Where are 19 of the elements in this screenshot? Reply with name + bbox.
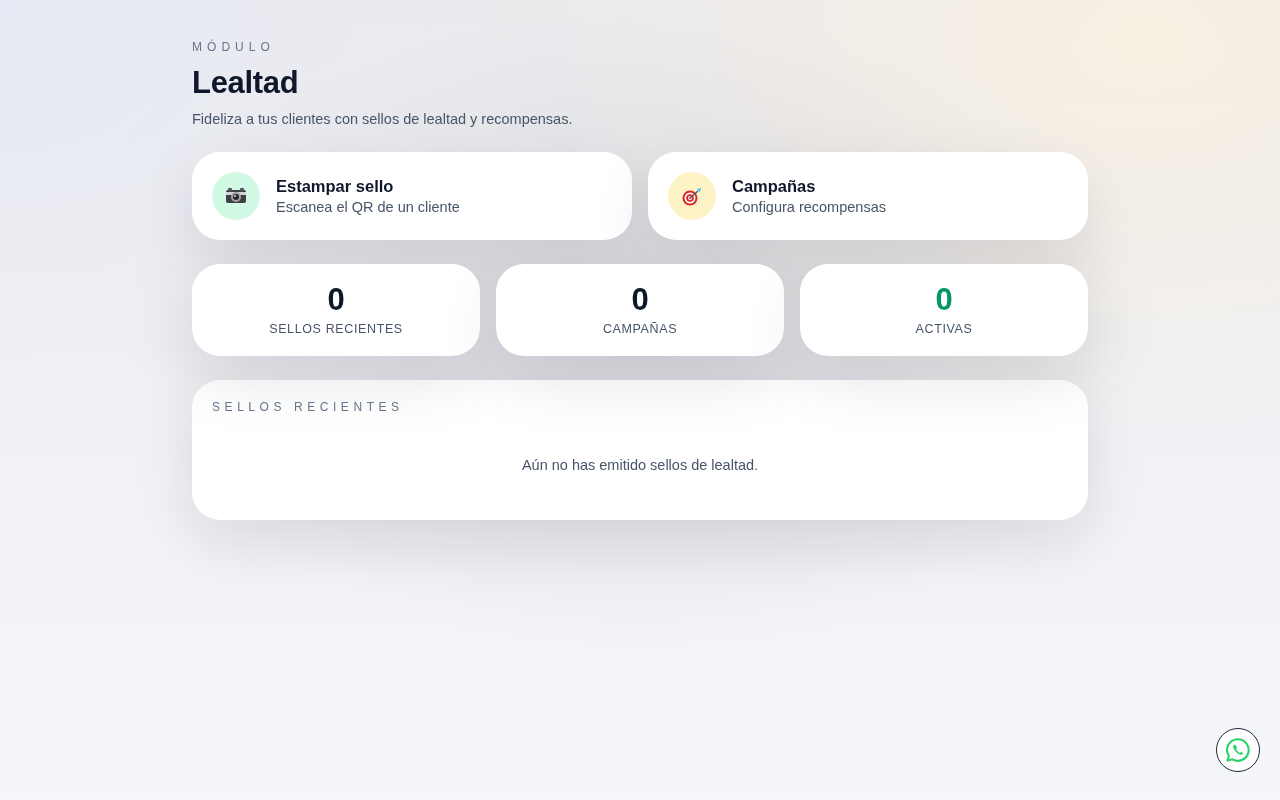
stat-value: 0 <box>631 283 649 315</box>
action-title: Campañas <box>732 175 817 197</box>
action-subtitle: Escanea el QR de un cliente <box>276 198 460 217</box>
section-eyebrow: MÓDULO <box>192 40 276 55</box>
action-card[interactable]: Campañas Configura recompensas <box>648 152 1088 241</box>
stat-label: SELLOS RECIENTES <box>269 321 403 337</box>
action-card[interactable]: Estampar sello Escanea el QR de un cliente <box>192 152 632 241</box>
page-title: Lealtad <box>192 64 300 102</box>
stat-label: CAMPAÑAS <box>602 321 678 337</box>
stat-label: ACTIVAS <box>915 321 973 337</box>
chat-button[interactable] <box>1216 728 1260 772</box>
action-subtitle: Configura recompensas <box>732 198 886 217</box>
stat-value: 0 <box>935 283 953 315</box>
phone-bubble-icon <box>1225 737 1251 763</box>
stat-value: 0 <box>327 283 345 315</box>
empty-state-text: Aún no has emitido sellos de lealtad. <box>520 455 760 475</box>
panel-heading: SELLOS RECIENTES <box>212 400 405 415</box>
action-title: Estampar sello <box>276 175 395 197</box>
page-subtitle: Fideliza a tus clientes con sellos de lealtad y recompensas. <box>192 109 574 129</box>
